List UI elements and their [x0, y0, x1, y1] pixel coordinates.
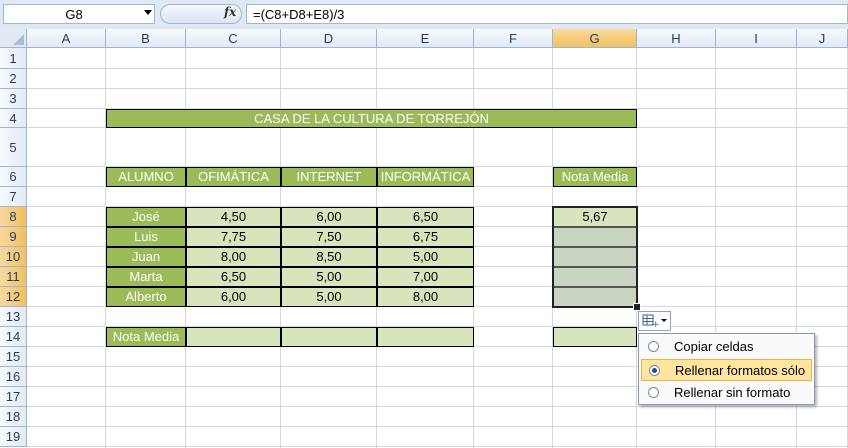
- radio-icon[interactable]: [648, 387, 659, 398]
- column-header-h[interactable]: H: [637, 29, 716, 48]
- row-header-1[interactable]: 1: [0, 48, 27, 69]
- paste-option-1[interactable]: Rellenar formatos sólo: [641, 359, 812, 381]
- row-header-19[interactable]: 19: [0, 427, 27, 447]
- row-header-14[interactable]: 14: [0, 327, 27, 347]
- paste-options-menu: Copiar celdas Rellenar formatos sólo Relle…: [638, 333, 815, 405]
- row-header-6[interactable]: 6: [0, 167, 27, 187]
- student-name[interactable]: Juan: [106, 247, 186, 267]
- row-header-8[interactable]: 8: [0, 207, 27, 227]
- column-header-f[interactable]: F: [474, 29, 553, 48]
- column-label-2[interactable]: INTERNET: [281, 167, 377, 187]
- row-header-2[interactable]: 2: [0, 69, 27, 89]
- chevron-down-icon[interactable]: [144, 10, 152, 15]
- row-header-16[interactable]: 16: [0, 367, 27, 387]
- footer-cell-e[interactable]: [377, 327, 474, 347]
- svg-text:+: +: [652, 320, 660, 330]
- column-label-1[interactable]: OFIMÁTICA: [186, 167, 281, 187]
- grade-internet[interactable]: 5,00: [281, 267, 377, 287]
- grade-informatica[interactable]: 8,00: [377, 287, 474, 307]
- sheet-title[interactable]: CASA DE LA CULTURA DE TORREJÓN: [106, 109, 637, 128]
- row-header-10[interactable]: 10: [0, 247, 27, 267]
- column-header-i[interactable]: I: [716, 29, 797, 48]
- grade-ofimatica[interactable]: 6,50: [186, 267, 281, 287]
- grade-ofimatica[interactable]: 4,50: [186, 207, 281, 227]
- name-box-value: G8: [65, 7, 83, 22]
- paste-option-label: Rellenar sin formato: [674, 385, 791, 400]
- grade-informatica[interactable]: 6,50: [377, 207, 474, 227]
- grade-ofimatica[interactable]: 6,00: [186, 287, 281, 307]
- student-name[interactable]: Marta: [106, 267, 186, 287]
- row-header-15[interactable]: 15: [0, 347, 27, 367]
- row-header-3[interactable]: 3: [0, 89, 27, 109]
- row-header-4[interactable]: 4: [0, 109, 27, 128]
- row-header-18[interactable]: 18: [0, 407, 27, 427]
- student-name[interactable]: Alberto: [106, 287, 186, 307]
- grade-informatica[interactable]: 6,75: [377, 227, 474, 247]
- column-label-3[interactable]: INFORMÁTICA: [377, 167, 474, 187]
- column-label-0[interactable]: ALUMNO: [106, 167, 186, 187]
- column-header-e[interactable]: E: [377, 29, 474, 48]
- row-header-7[interactable]: 7: [0, 187, 27, 207]
- row-header-13[interactable]: 13: [0, 307, 27, 327]
- grade-informatica[interactable]: 7,00: [377, 267, 474, 287]
- grade-internet[interactable]: 7,50: [281, 227, 377, 247]
- row-header-17[interactable]: 17: [0, 387, 27, 407]
- column-header-d[interactable]: D: [281, 29, 377, 48]
- footer-cell-g[interactable]: [553, 327, 637, 347]
- paste-option-2[interactable]: Rellenar sin formato: [641, 382, 812, 404]
- column-header-c[interactable]: C: [186, 29, 281, 48]
- paste-option-label: Copiar celdas: [674, 339, 754, 354]
- grade-ofimatica[interactable]: 7,75: [186, 227, 281, 247]
- paste-options-button[interactable]: +: [638, 311, 671, 331]
- grade-internet[interactable]: 8,50: [281, 247, 377, 267]
- selection-range: [552, 206, 638, 308]
- column-header-a[interactable]: A: [27, 29, 106, 48]
- radio-icon[interactable]: [648, 341, 659, 352]
- avg-header[interactable]: Nota Media: [553, 167, 637, 187]
- grade-ofimatica[interactable]: 8,00: [186, 247, 281, 267]
- paste-options-icon: +: [642, 314, 667, 330]
- grade-internet[interactable]: 5,00: [281, 287, 377, 307]
- row-header-5[interactable]: 5: [0, 128, 27, 167]
- formula-input[interactable]: =(C8+D8+E8)/3: [246, 4, 848, 24]
- footer-cell-c[interactable]: [186, 327, 281, 347]
- fill-handle[interactable]: [633, 303, 641, 311]
- student-name[interactable]: Luis: [106, 227, 186, 247]
- paste-option-0[interactable]: Copiar celdas: [641, 336, 812, 358]
- row-header-12[interactable]: 12: [0, 287, 27, 307]
- column-header-j[interactable]: J: [797, 29, 848, 48]
- column-header-b[interactable]: B: [106, 29, 186, 48]
- function-icon[interactable]: fx: [224, 5, 236, 19]
- grade-informatica[interactable]: 5,00: [377, 247, 474, 267]
- grade-internet[interactable]: 6,00: [281, 207, 377, 227]
- paste-option-label: Rellenar formatos sólo: [675, 363, 806, 378]
- formula-bar: G8 fx =(C8+D8+E8)/3: [0, 0, 848, 30]
- student-name[interactable]: José: [106, 207, 186, 227]
- select-all-corner[interactable]: [0, 29, 27, 48]
- name-box[interactable]: G8: [3, 4, 155, 24]
- radio-icon[interactable]: [649, 365, 660, 376]
- footer-cell-d[interactable]: [281, 327, 377, 347]
- column-header-g[interactable]: G: [553, 29, 637, 48]
- row-header-9[interactable]: 9: [0, 227, 27, 247]
- row-header-11[interactable]: 11: [0, 267, 27, 287]
- footer-label[interactable]: Nota Media: [106, 327, 186, 347]
